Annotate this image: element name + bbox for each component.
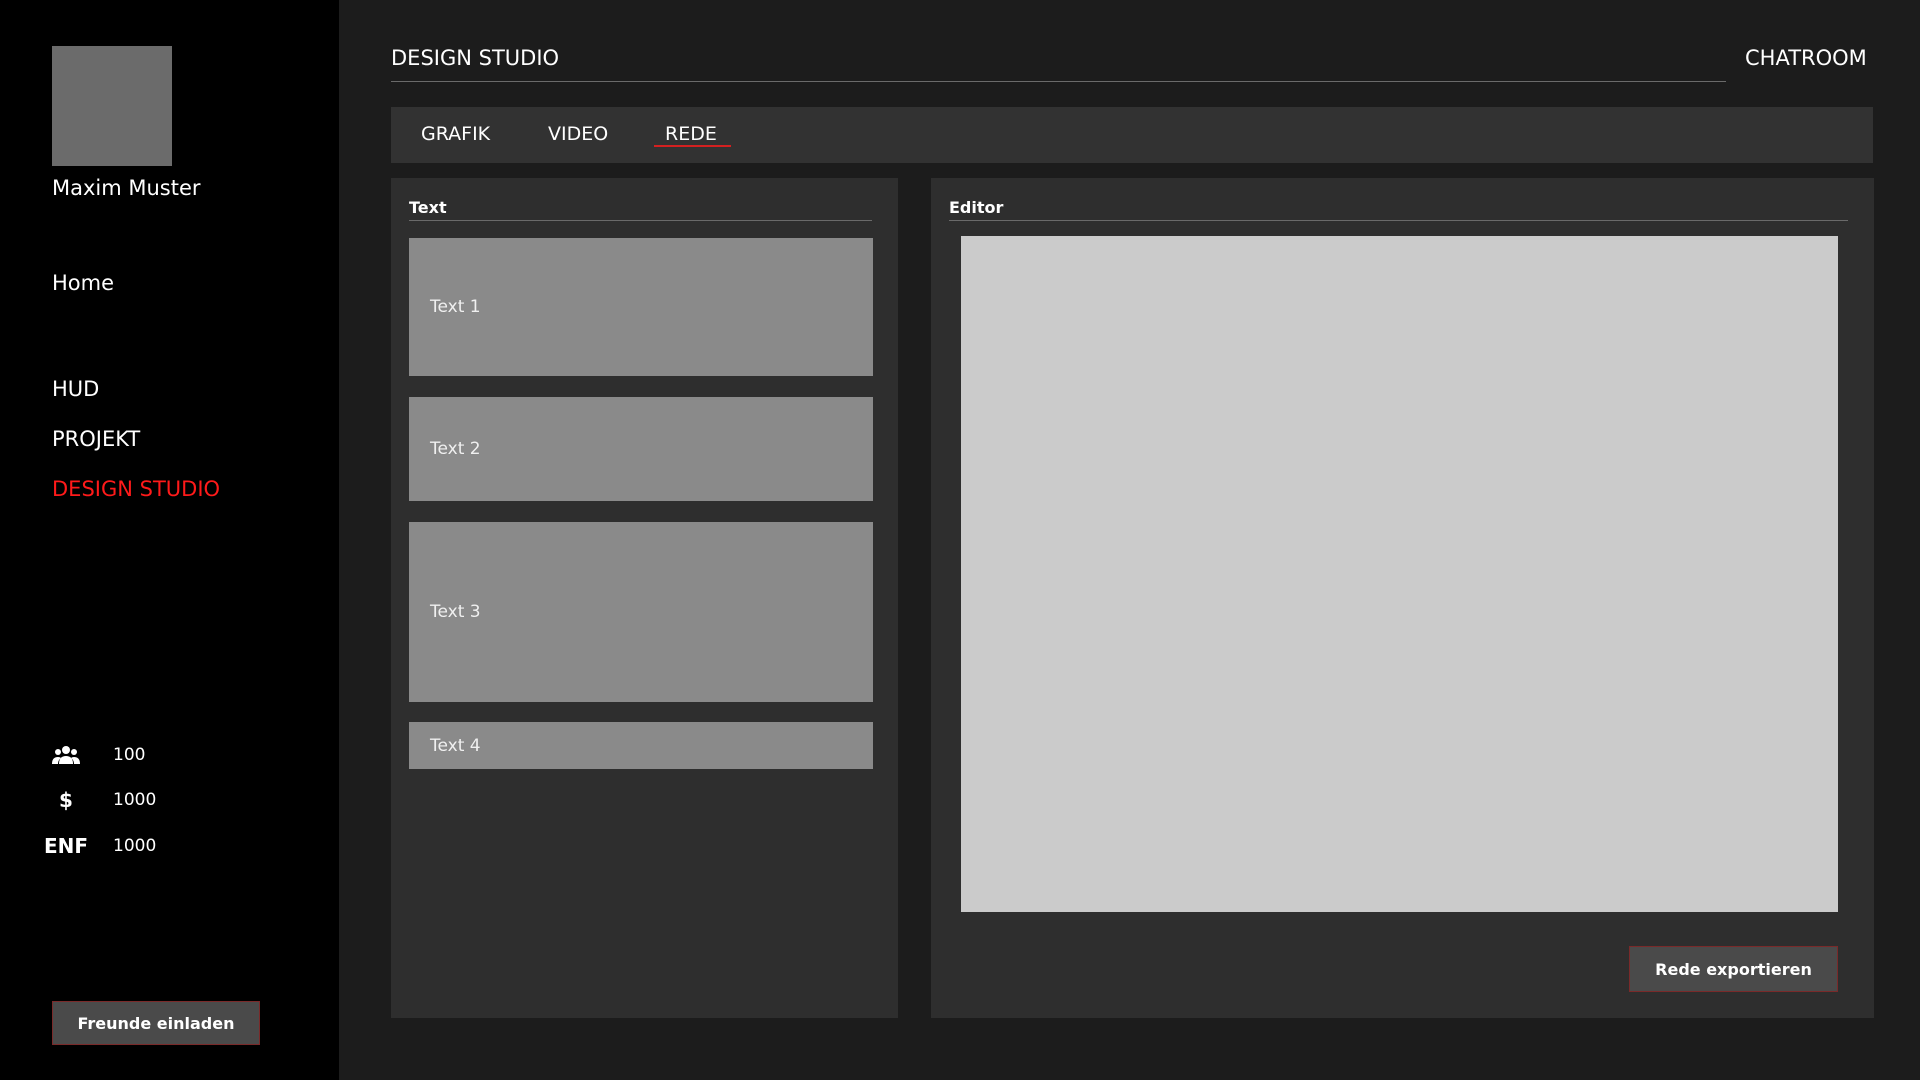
editor-panel: Editor Rede exportieren [931, 178, 1874, 1018]
username: Maxim Muster [52, 176, 201, 200]
tab-video[interactable]: VIDEO [548, 123, 608, 145]
export-speech-button[interactable]: Rede exportieren [1629, 946, 1838, 992]
chatroom-link[interactable]: CHATROOM [1745, 46, 1867, 70]
active-tab-indicator [654, 145, 731, 147]
editor-panel-divider [949, 220, 1848, 221]
tab-grafik[interactable]: GRAFIK [421, 123, 490, 145]
editor-panel-label: Editor [949, 198, 1004, 217]
text-item-label: Text 3 [430, 602, 481, 622]
text-item-label: Text 2 [430, 439, 481, 459]
text-item-2[interactable]: Text 2 [409, 397, 873, 501]
energy-label: ENF [43, 834, 89, 858]
stat-members: 100 [44, 740, 145, 770]
sidebar: Maxim Muster Home HUD PROJEKT DESIGN STU… [0, 0, 339, 1080]
nav-item-design-studio[interactable]: DESIGN STUDIO [52, 477, 220, 501]
text-panel: Text Text 1 Text 2 Text 3 Text 4 [391, 178, 898, 1018]
text-item-label: Text 4 [430, 735, 481, 756]
nav-item-projekt[interactable]: PROJEKT [52, 427, 140, 451]
nav-item-hud[interactable]: HUD [52, 377, 99, 401]
dollar-icon: $ [59, 788, 73, 812]
title-divider [391, 81, 1726, 82]
text-panel-label: Text [409, 198, 447, 217]
stat-money: $ 1000 [44, 785, 156, 815]
stat-members-value: 100 [113, 745, 146, 765]
text-item-3[interactable]: Text 3 [409, 522, 873, 702]
text-item-4[interactable]: Text 4 [409, 722, 873, 769]
avatar[interactable] [52, 46, 172, 166]
tab-rede[interactable]: REDE [665, 123, 717, 145]
tab-bar: GRAFIK VIDEO REDE [391, 107, 1873, 163]
text-item-1[interactable]: Text 1 [409, 238, 873, 376]
text-panel-divider [409, 220, 872, 221]
stat-energy: ENF 1000 [43, 831, 156, 861]
group-icon [44, 745, 88, 765]
page-title: DESIGN STUDIO [391, 46, 560, 70]
stat-money-value: 1000 [113, 790, 157, 810]
stat-energy-value: 1000 [113, 836, 157, 856]
nav-item-home[interactable]: Home [52, 271, 114, 295]
editor-canvas[interactable] [961, 236, 1838, 912]
text-item-label: Text 1 [430, 297, 481, 317]
invite-friends-button[interactable]: Freunde einladen [52, 1001, 260, 1045]
